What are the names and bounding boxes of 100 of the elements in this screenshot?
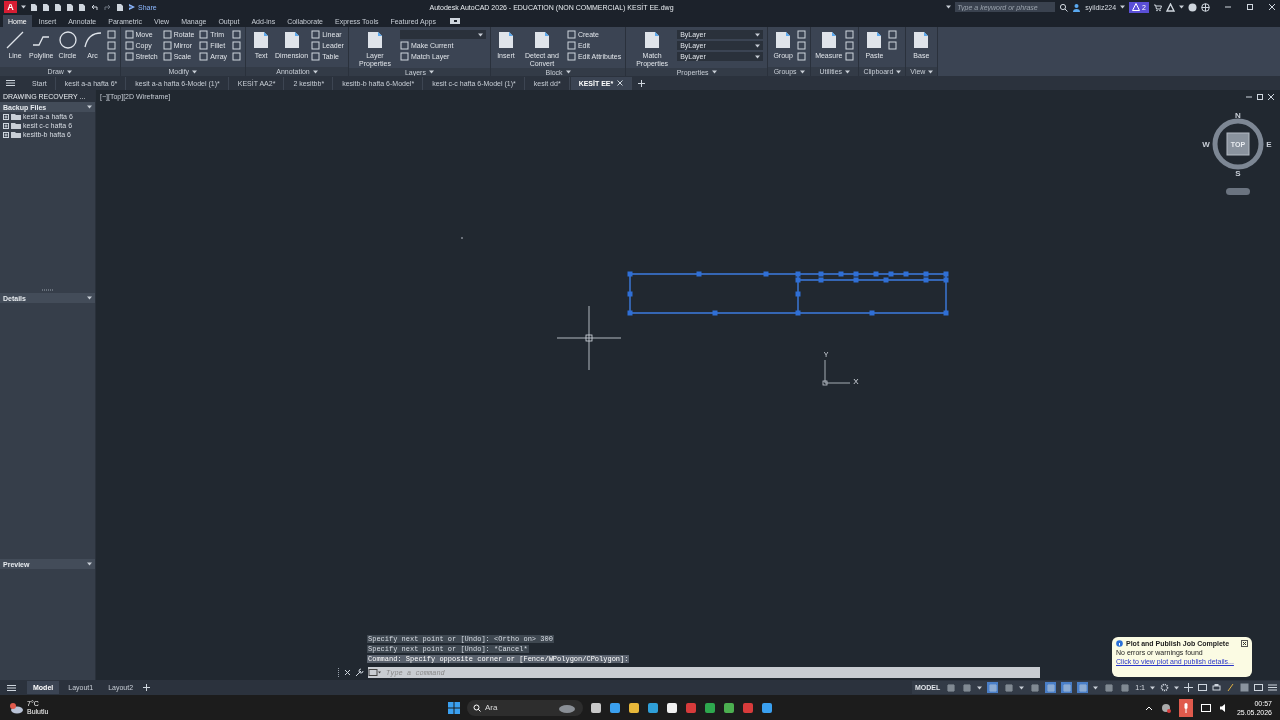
cart-icon[interactable] bbox=[1153, 2, 1162, 12]
search-icon bbox=[473, 703, 481, 712]
taskbar-search-field[interactable]: Ara bbox=[467, 699, 583, 716]
square-icon[interactable] bbox=[162, 52, 172, 61]
square-icon[interactable] bbox=[845, 41, 855, 50]
plus-icon[interactable] bbox=[637, 78, 647, 88]
square-icon[interactable] bbox=[124, 30, 134, 39]
menu-icon[interactable] bbox=[7, 683, 16, 692]
compass-letter[interactable]: W bbox=[1202, 139, 1210, 149]
app-icon[interactable] bbox=[448, 17, 461, 25]
cloud-icon bbox=[8, 701, 24, 714]
square-icon[interactable] bbox=[106, 52, 116, 61]
ucs-axis-icon bbox=[822, 359, 851, 386]
square-icon[interactable] bbox=[199, 30, 209, 39]
square-icon[interactable] bbox=[566, 41, 576, 50]
close-icon[interactable] bbox=[1241, 640, 1248, 647]
plus-icon[interactable] bbox=[1184, 683, 1193, 692]
square-icon[interactable] bbox=[162, 30, 172, 39]
windows-start-icon[interactable] bbox=[448, 701, 460, 714]
command-prompt-icon[interactable] bbox=[368, 668, 382, 677]
status-toggle[interactable] bbox=[1077, 682, 1089, 693]
plus-icon[interactable] bbox=[142, 683, 152, 692]
expand-icon[interactable] bbox=[3, 131, 9, 138]
square-icon[interactable] bbox=[106, 41, 116, 50]
square-icon[interactable] bbox=[845, 52, 855, 61]
expand-icon[interactable] bbox=[3, 122, 9, 129]
triangle-logo-icon[interactable] bbox=[1166, 2, 1175, 12]
square-icon[interactable] bbox=[797, 52, 807, 61]
grid-icon bbox=[1104, 683, 1113, 692]
square-icon[interactable] bbox=[199, 41, 209, 50]
minimize-icon[interactable] bbox=[1246, 94, 1252, 100]
undo-icon[interactable] bbox=[90, 2, 99, 12]
compass-letter[interactable]: S bbox=[1235, 168, 1241, 178]
app-icon[interactable] bbox=[609, 701, 621, 714]
microphone-icon bbox=[1182, 702, 1189, 713]
maximize-icon[interactable] bbox=[1246, 3, 1254, 11]
square-icon[interactable] bbox=[566, 30, 576, 39]
square-icon[interactable] bbox=[797, 41, 807, 50]
status-toggle[interactable] bbox=[987, 682, 999, 693]
square-icon[interactable] bbox=[888, 41, 898, 50]
grip-handle-icon[interactable] bbox=[41, 289, 54, 291]
square-icon[interactable] bbox=[232, 30, 242, 39]
status-toggle[interactable] bbox=[1061, 682, 1073, 693]
square-icon[interactable] bbox=[888, 30, 898, 39]
grip-handle-icon[interactable] bbox=[337, 668, 340, 677]
viewcube-face[interactable] bbox=[1226, 132, 1250, 156]
app-icon[interactable] bbox=[761, 701, 773, 714]
search-icon[interactable] bbox=[1059, 2, 1069, 12]
status-toggle[interactable] bbox=[945, 682, 957, 693]
app-icon[interactable] bbox=[723, 701, 735, 714]
coordinate-system-menu[interactable] bbox=[1226, 188, 1250, 195]
caret-icon bbox=[21, 5, 26, 9]
selected-rectangle-drawing[interactable] bbox=[627, 271, 949, 316]
status-toggle[interactable] bbox=[1103, 682, 1115, 693]
status-toggle[interactable] bbox=[1045, 682, 1057, 693]
square-icon[interactable] bbox=[162, 41, 172, 50]
status-toggle[interactable] bbox=[1029, 682, 1041, 693]
redo-icon[interactable] bbox=[103, 2, 112, 12]
square-icon[interactable] bbox=[232, 52, 242, 61]
square-icon[interactable] bbox=[311, 41, 321, 50]
square-icon[interactable] bbox=[232, 41, 242, 50]
wrench-icon[interactable] bbox=[355, 668, 364, 677]
square-icon[interactable] bbox=[311, 52, 321, 61]
square-icon[interactable] bbox=[311, 30, 321, 39]
dropdown-field[interactable] bbox=[399, 30, 486, 39]
compass-letter[interactable]: N bbox=[1235, 110, 1241, 120]
status-toggle[interactable] bbox=[1003, 682, 1015, 693]
square-icon[interactable] bbox=[124, 52, 134, 61]
status-toggle[interactable] bbox=[1119, 682, 1131, 693]
monitor-icon[interactable] bbox=[1254, 683, 1263, 692]
status-toggle[interactable] bbox=[961, 682, 973, 693]
printer-icon[interactable] bbox=[1212, 683, 1221, 692]
grid-icon bbox=[962, 683, 971, 692]
caret-icon bbox=[87, 105, 92, 109]
gear-icon[interactable] bbox=[1160, 683, 1169, 692]
microphone-button[interactable] bbox=[1178, 698, 1193, 717]
cloud-icon bbox=[557, 702, 575, 713]
square-icon[interactable] bbox=[399, 52, 409, 61]
square-icon[interactable] bbox=[845, 30, 855, 39]
menu-icon[interactable] bbox=[1268, 683, 1277, 692]
square-icon[interactable] bbox=[124, 41, 134, 50]
user-icon bbox=[1072, 2, 1082, 12]
square-icon[interactable] bbox=[566, 52, 576, 61]
compass-letter[interactable]: E bbox=[1266, 139, 1272, 149]
chevron-up-icon[interactable] bbox=[1144, 704, 1153, 711]
caret-icon bbox=[977, 685, 983, 690]
document-icon[interactable] bbox=[116, 2, 124, 12]
globe-icon[interactable] bbox=[1201, 2, 1210, 12]
caret-icon bbox=[1150, 685, 1155, 690]
square-icon[interactable] bbox=[199, 52, 209, 61]
expand-icon[interactable] bbox=[3, 113, 9, 120]
compass-ring[interactable] bbox=[1212, 118, 1264, 170]
square-icon[interactable] bbox=[106, 30, 116, 39]
square-icon[interactable] bbox=[797, 30, 807, 39]
app-logo[interactable]: A bbox=[4, 1, 17, 13]
minimize-icon[interactable] bbox=[1224, 3, 1232, 11]
square-icon[interactable] bbox=[399, 41, 409, 50]
restore-icon[interactable] bbox=[1257, 94, 1263, 100]
menu-icon[interactable] bbox=[6, 79, 15, 87]
grid-icon bbox=[1078, 683, 1087, 692]
